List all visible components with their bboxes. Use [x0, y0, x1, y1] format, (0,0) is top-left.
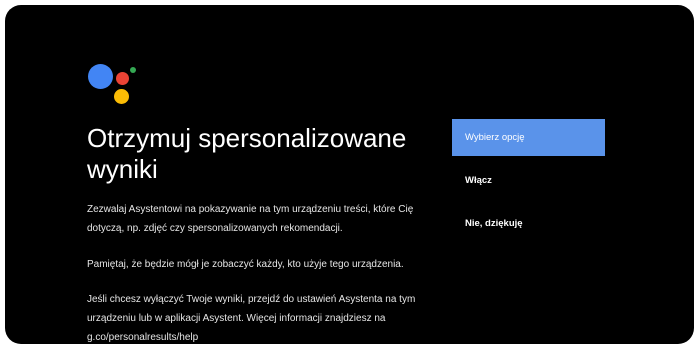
tv-screen: Otrzymuj spersonalizowane wyniki Zezwala… — [5, 5, 694, 344]
menu-item-decline[interactable]: Nie, dziękuję — [452, 205, 605, 242]
description-paragraph-2: Pamiętaj, że będzie mógł je zobaczyć każ… — [87, 259, 404, 270]
options-menu: Wybierz opcję Włącz Nie, dziękuję — [452, 119, 605, 248]
page-title: Otrzymuj spersonalizowane wyniki — [87, 123, 407, 184]
description-paragraph-3: Jeśli chcesz wyłączyć Twoje wyniki, prze… — [87, 294, 416, 343]
logo-green-dot — [130, 67, 136, 73]
logo-blue-dot — [88, 64, 113, 89]
menu-item-choose-option[interactable]: Wybierz opcję — [452, 119, 605, 156]
description-paragraph-1: Zezwalaj Asystentowi na pokazywanie na t… — [87, 204, 414, 234]
logo-yellow-dot — [114, 89, 129, 104]
logo-red-dot — [116, 72, 129, 85]
menu-item-enable[interactable]: Włącz — [452, 162, 605, 199]
google-assistant-icon — [85, 60, 145, 112]
